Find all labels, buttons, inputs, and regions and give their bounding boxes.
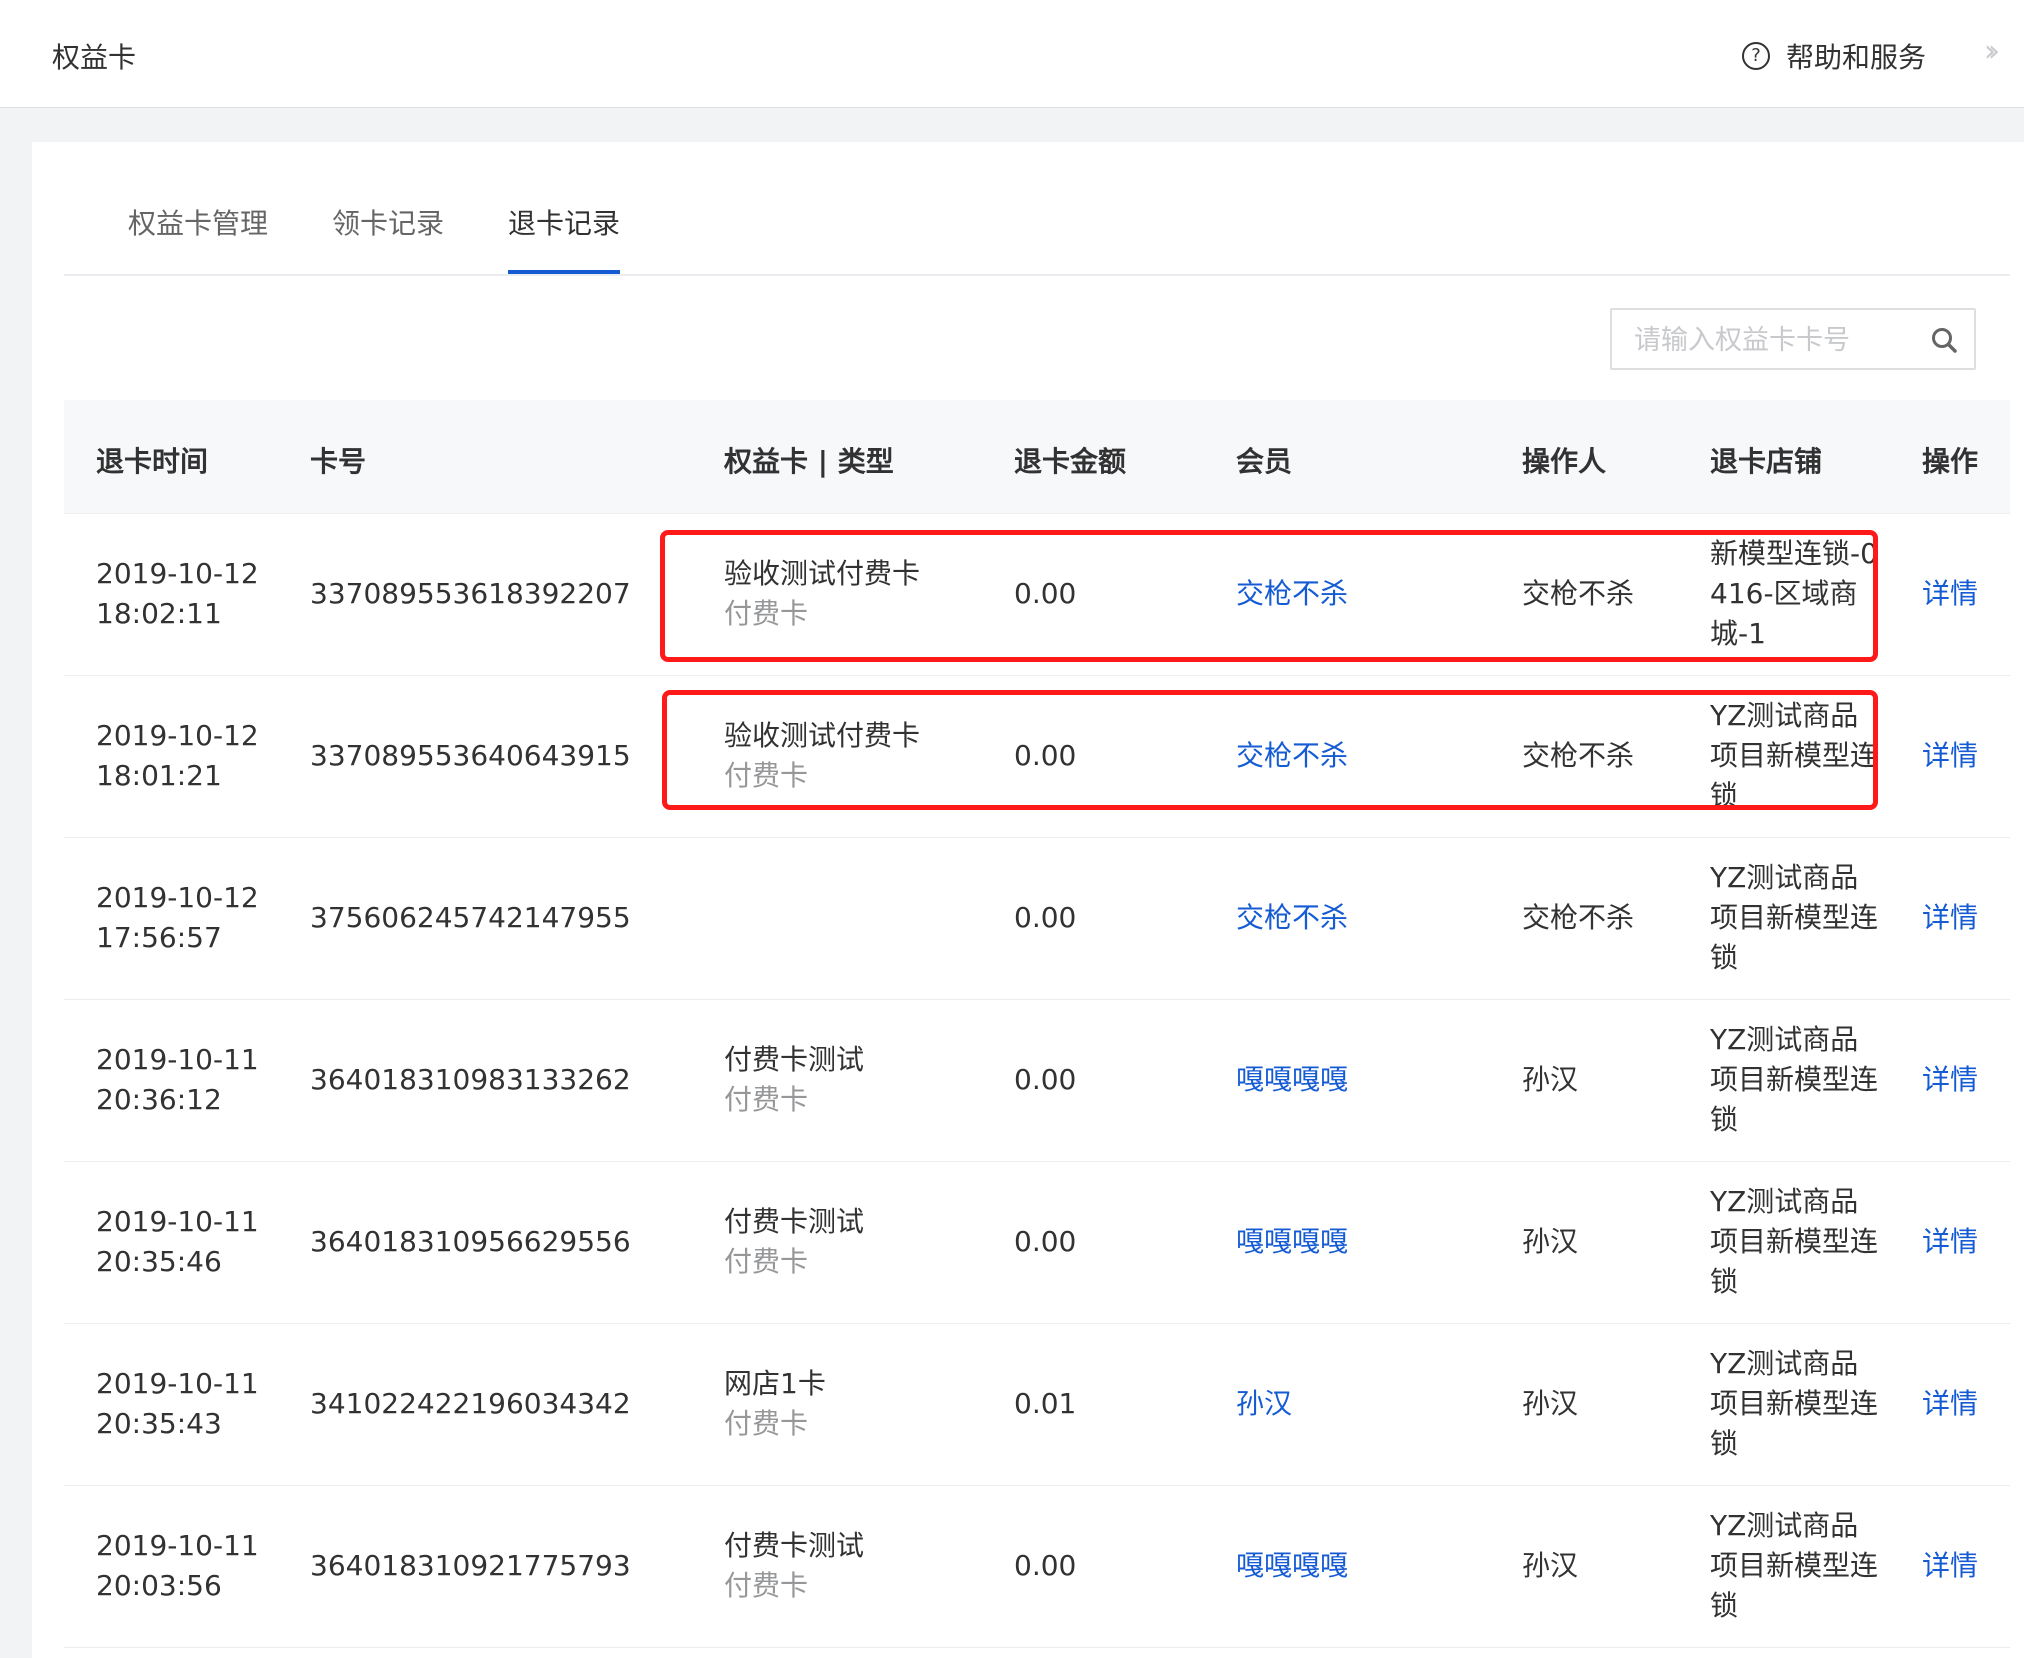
tab-refund-records[interactable]: 退卡记录 xyxy=(508,202,620,242)
tab-card-management[interactable]: 权益卡管理 xyxy=(128,202,268,242)
table-row: 2019-10-11 20:36:12 364018310983133262 付费卡… xyxy=(64,1000,2010,1162)
help-and-service-link[interactable]: ? 帮助和服务 xyxy=(1742,36,1926,76)
member-link[interactable]: 嘎嘎嘎嘎 xyxy=(1236,1222,1348,1262)
card-number: 364018310921775793 xyxy=(310,1549,631,1582)
refund-store: YZ测试商品项目新模型连锁 xyxy=(1710,1185,1879,1298)
card-type: 付费卡 xyxy=(724,1245,809,1278)
card-type: 付费卡 xyxy=(724,1407,809,1440)
operator: 交枪不杀 xyxy=(1522,901,1635,934)
card-name: 网店1卡 xyxy=(724,1367,826,1400)
card-type-cell: 付费卡测试 付费卡 xyxy=(724,1202,864,1282)
member-link[interactable]: 嘎嘎嘎嘎 xyxy=(1236,1060,1348,1100)
detail-link[interactable]: 详情 xyxy=(1922,1384,1978,1424)
tab-claim-records[interactable]: 领卡记录 xyxy=(332,202,444,242)
refund-amount: 0.00 xyxy=(1014,1549,1077,1582)
column-header-refund-store: 退卡店铺 xyxy=(1710,445,1823,478)
operator: 孙汉 xyxy=(1522,1549,1579,1582)
help-label: 帮助和服务 xyxy=(1786,41,1927,74)
app-title: 权益卡 xyxy=(52,41,137,74)
column-header-operator: 操作人 xyxy=(1522,445,1607,478)
operator: 孙汉 xyxy=(1522,1387,1579,1420)
card-name: 付费卡测试 xyxy=(724,1529,865,1562)
refund-store: YZ测试商品项目新模型连锁 xyxy=(1710,1023,1879,1136)
detail-link[interactable]: 详情 xyxy=(1922,736,1978,776)
refund-store: YZ测试商品项目新模型连锁 xyxy=(1710,861,1879,974)
column-header-member: 会员 xyxy=(1236,445,1293,478)
question-circle-icon: ? xyxy=(1742,42,1770,70)
table-row: 2019-10-12 17:56:57 375606245742147955 0.0… xyxy=(64,838,2010,1000)
card-type-cell: 付费卡测试 付费卡 xyxy=(724,1040,864,1120)
table-header: 退卡时间 卡号 权益卡 | 类型 退卡金额 会员 操作人 退卡店铺 操作 xyxy=(64,400,2010,514)
refund-amount: 0.00 xyxy=(1014,1225,1077,1258)
highlight-box xyxy=(662,690,1878,810)
card-number: 364018310956629556 xyxy=(310,1225,631,1258)
highlight-box xyxy=(660,530,1878,662)
card-number: 337089553640643915 xyxy=(310,739,631,772)
detail-link[interactable]: 详情 xyxy=(1922,1546,1978,1586)
column-header-refund-amount: 退卡金额 xyxy=(1014,445,1127,478)
card-number: 375606245742147955 xyxy=(310,901,631,934)
tab-bar: 权益卡管理 领卡记录 退卡记录 xyxy=(64,142,2010,276)
refund-store: YZ测试商品项目新模型连锁 xyxy=(1710,1347,1879,1460)
search-input[interactable] xyxy=(1632,318,1916,362)
table-body: 2019-10-12 18:02:11 337089553618392207 验收测… xyxy=(64,514,2010,1648)
operator: 孙汉 xyxy=(1522,1225,1579,1258)
detail-link[interactable]: 详情 xyxy=(1922,1060,1978,1100)
card-number: 337089553618392207 xyxy=(310,577,631,610)
refund-amount: 0.00 xyxy=(1014,901,1077,934)
table-row: 2019-10-11 20:35:46 364018310956629556 付费卡… xyxy=(64,1162,2010,1324)
refund-time: 2019-10-12 18:01:21 xyxy=(96,719,259,792)
search-icon[interactable] xyxy=(1930,326,1958,354)
refund-time: 2019-10-11 20:36:12 xyxy=(96,1043,259,1116)
refund-amount: 0.00 xyxy=(1014,1063,1077,1096)
detail-link[interactable]: 详情 xyxy=(1922,1222,1978,1262)
member-link[interactable]: 孙汉 xyxy=(1236,1384,1292,1424)
member-link[interactable]: 嘎嘎嘎嘎 xyxy=(1236,1546,1348,1586)
refund-time: 2019-10-11 20:35:43 xyxy=(96,1367,259,1440)
operator: 孙汉 xyxy=(1522,1063,1579,1096)
card-type-cell: 付费卡测试 付费卡 xyxy=(724,1526,864,1606)
card-name: 付费卡测试 xyxy=(724,1043,865,1076)
main-panel: 权益卡管理 领卡记录 退卡记录 退卡时间 卡号 权益卡 | 类型 退卡金额 会员… xyxy=(32,142,2024,1658)
table-row: 2019-10-11 20:35:43 341022422196034342 网店1… xyxy=(64,1324,2010,1486)
detail-link[interactable]: 详情 xyxy=(1922,574,1978,614)
column-header-action: 操作 xyxy=(1922,445,1979,478)
refund-amount: 0.01 xyxy=(1014,1387,1077,1420)
card-name: 付费卡测试 xyxy=(724,1205,865,1238)
column-header-refund-time: 退卡时间 xyxy=(96,445,209,478)
card-number: 364018310983133262 xyxy=(310,1063,631,1096)
card-type: 付费卡 xyxy=(724,1083,809,1116)
search-box xyxy=(1610,308,1976,370)
refund-time: 2019-10-12 18:02:11 xyxy=(96,557,259,630)
column-header-card-type: 权益卡 | 类型 xyxy=(724,445,894,478)
card-type-cell: 网店1卡付费卡 xyxy=(724,1364,826,1444)
detail-link[interactable]: 详情 xyxy=(1922,898,1978,938)
active-tab-indicator xyxy=(508,270,620,274)
refund-store: YZ测试商品项目新模型连锁 xyxy=(1710,1509,1879,1622)
refund-time: 2019-10-11 20:35:46 xyxy=(96,1205,259,1278)
card-number: 341022422196034342 xyxy=(310,1387,631,1420)
member-link[interactable]: 交枪不杀 xyxy=(1236,898,1348,938)
table-row: 2019-10-11 20:03:56 364018310921775793 付费卡… xyxy=(64,1486,2010,1648)
refund-time: 2019-10-12 17:56:57 xyxy=(96,881,259,954)
double-chevron-right-icon[interactable]: ›› xyxy=(1984,34,2000,69)
refund-time: 2019-10-11 20:03:56 xyxy=(96,1529,259,1602)
card-type: 付费卡 xyxy=(724,1569,809,1602)
top-bar: 权益卡 ? 帮助和服务 ›› xyxy=(0,0,2024,108)
column-header-card-number: 卡号 xyxy=(310,445,367,478)
